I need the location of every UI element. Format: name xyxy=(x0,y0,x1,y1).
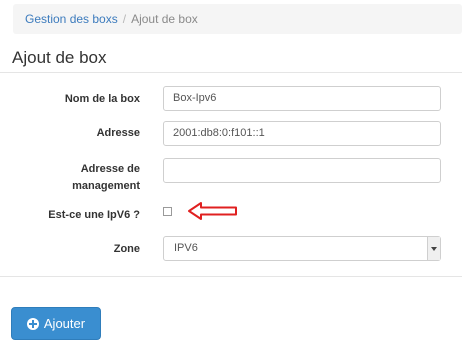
mgmt-address-label: Adresse de management xyxy=(72,161,140,195)
zone-label: Zone xyxy=(113,243,140,255)
ipv6-label: Est-ce une IpV6 ? xyxy=(48,209,140,221)
form-divider xyxy=(0,276,462,277)
breadcrumb-separator: / xyxy=(122,12,127,26)
add-button[interactable]: Ajouter xyxy=(11,307,101,340)
mgmt-address-input[interactable] xyxy=(163,158,441,183)
add-button-label: Ajouter xyxy=(43,316,86,331)
address-label: Adresse xyxy=(96,127,140,139)
box-name-label: Nom de la box xyxy=(64,93,140,105)
mgmt-address-label-line1: Adresse de xyxy=(80,163,140,175)
breadcrumb: Gestion des boxs / Ajout de box xyxy=(13,4,462,34)
mgmt-address-label-line2: management xyxy=(72,180,140,192)
title-divider xyxy=(0,72,462,73)
address-input[interactable]: 2001:db8:0:f101::1 xyxy=(163,121,441,146)
zone-select[interactable]: IPV6 xyxy=(163,236,441,261)
ipv6-checkbox[interactable] xyxy=(163,207,172,216)
red-arrow-annotation-icon xyxy=(188,202,237,220)
breadcrumb-current: Ajout de box xyxy=(131,12,198,26)
box-name-input[interactable]: Box-Ipv6 xyxy=(163,86,441,111)
dropdown-toggle[interactable] xyxy=(427,237,440,260)
chevron-down-icon xyxy=(431,247,437,251)
page-title: Ajout de box xyxy=(12,48,107,67)
plus-circle-icon xyxy=(26,317,39,330)
zone-select-value: IPV6 xyxy=(174,242,198,254)
breadcrumb-link-box-management[interactable]: Gestion des boxs xyxy=(25,12,118,26)
